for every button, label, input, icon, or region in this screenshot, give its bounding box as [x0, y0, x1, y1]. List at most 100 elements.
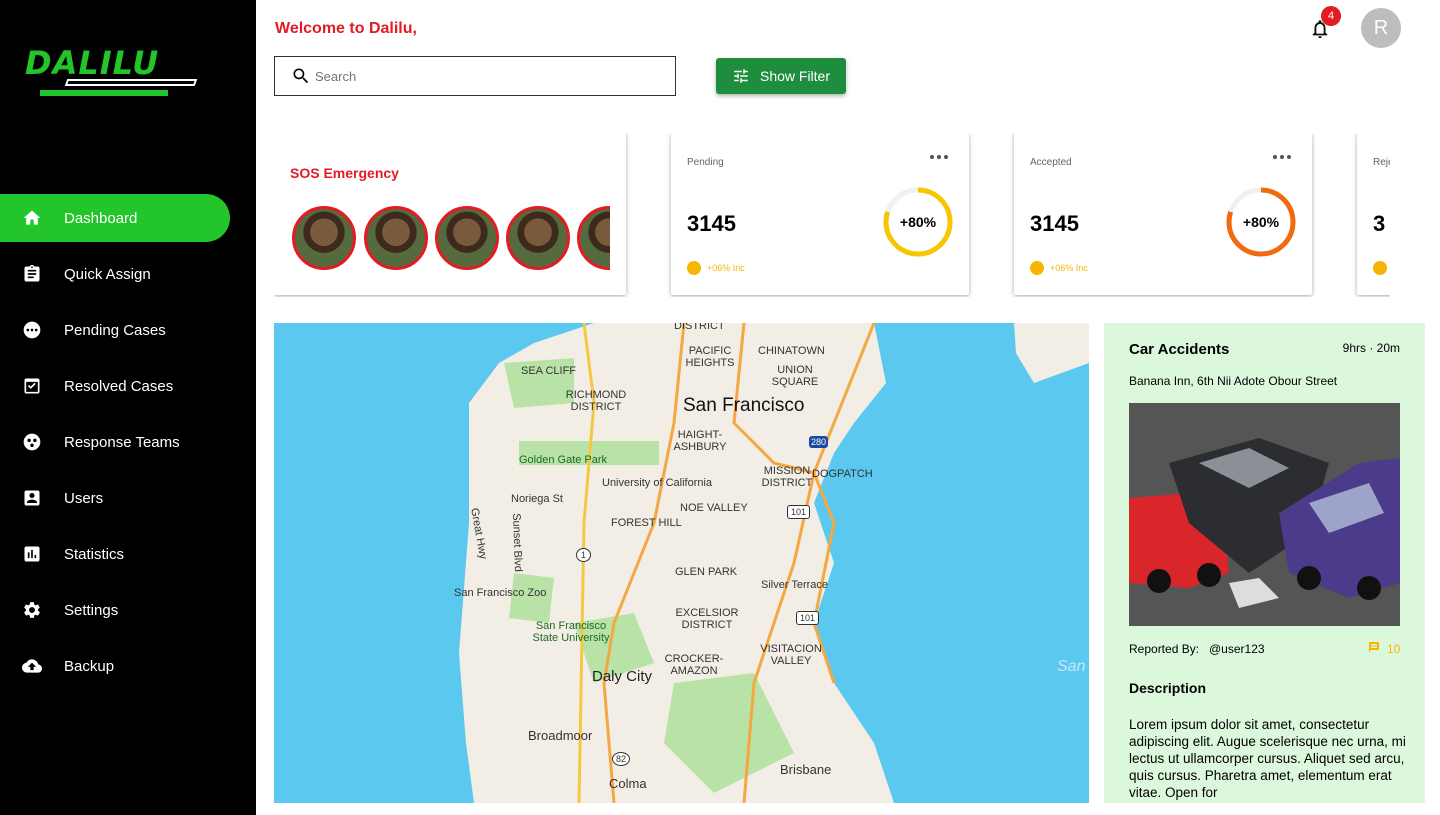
map-label: Broadmoor — [528, 728, 593, 743]
sidebar-item-settings[interactable]: Settings — [0, 586, 256, 634]
map-canvas — [459, 323, 1089, 803]
map-label: San — [1057, 658, 1086, 675]
incident-time: 9hrs · 20m — [1342, 341, 1400, 355]
sos-avatar[interactable] — [435, 206, 499, 270]
description-title: Description — [1129, 680, 1207, 696]
sidebar-item-statistics[interactable]: Statistics — [0, 530, 256, 578]
sos-avatar-list — [292, 205, 610, 271]
sidebar-item-label: Dashboard — [64, 210, 138, 227]
accepted-card[interactable]: Accepted 3145 +80% +06% Inc — [1014, 133, 1312, 295]
sidebar-item-response-teams[interactable]: Response Teams — [0, 418, 256, 466]
avatar[interactable]: R — [1361, 8, 1401, 48]
sidebar-item-label: Statistics — [64, 546, 125, 563]
progress-ring-label: +80% — [1242, 214, 1280, 230]
highway-shield: 101 — [796, 611, 820, 625]
map-label: VISITACION VALLEY — [760, 643, 822, 667]
highway-shield: 82 — [612, 752, 631, 766]
highway-shield: 280 — [809, 436, 829, 448]
sidebar-item-dashboard[interactable]: Dashboard — [0, 194, 230, 242]
more-horizontal-icon[interactable] — [929, 153, 949, 161]
logo-text: DALILU — [25, 44, 160, 82]
map-label: NOE VALLEY — [680, 502, 748, 514]
trend-up-icon — [1030, 261, 1044, 275]
trend-up-icon — [1373, 261, 1387, 275]
team-icon — [23, 433, 41, 451]
sidebar-item-label: Quick Assign — [64, 266, 151, 283]
app-root: DALILU Dashboard Quick Assign Pending Ca… — [0, 0, 1440, 815]
comment-count: 10 — [1387, 642, 1401, 656]
highway-shield: 1 — [576, 548, 592, 562]
map-label: San Francisco State University — [532, 620, 610, 644]
notification-badge: 4 — [1321, 6, 1341, 26]
incident-address: Banana Inn, 6th Nii Adote Obour Street — [1129, 374, 1338, 388]
sidebar-item-label: Response Teams — [64, 434, 180, 451]
cloud-upload-icon — [22, 659, 42, 673]
search-box[interactable] — [274, 56, 676, 96]
summary-cards: SOS Emergency Pending 3145 +80% +06% Inc — [274, 133, 1390, 297]
map-label: Sunset Blvd — [510, 513, 525, 573]
map-label: Golden Gate Park — [519, 454, 608, 466]
incident-map[interactable]: DISTRICT PACIFIC HEIGHTS CHINATOWN UNION… — [274, 323, 1089, 803]
rejected-card[interactable]: Reje 3 — [1357, 133, 1390, 295]
sos-avatar[interactable] — [292, 206, 356, 270]
more-horizontal-icon[interactable] — [1272, 153, 1292, 161]
sidebar-item-label: Settings — [64, 602, 119, 619]
sidebar-item-users[interactable]: Users — [0, 474, 256, 522]
map-label: PACIFIC HEIGHTS — [685, 345, 735, 369]
sidebar-item-resolved-cases[interactable]: Resolved Cases — [0, 362, 256, 410]
show-filter-button[interactable]: Show Filter — [716, 58, 846, 94]
logo-underline — [64, 79, 198, 86]
highway-shield: 101 — [787, 505, 811, 519]
incident-panel[interactable]: Car Accidents 9hrs · 20m Banana Inn, 6th… — [1104, 323, 1425, 803]
sidebar-item-label: Pending Cases — [64, 322, 166, 339]
sidebar-item-pending-cases[interactable]: Pending Cases — [0, 306, 256, 354]
stat-label: Reje — [1373, 157, 1390, 168]
tune-icon — [734, 69, 748, 83]
trend-indicator: +06% Inc — [687, 261, 745, 275]
map-label: HAIGHT-ASHBURY — [673, 429, 727, 453]
page-title: Welcome to Dalilu, — [275, 20, 417, 37]
map-label: San Francisco Zoo — [454, 587, 547, 599]
map-label: GLEN PARK — [675, 566, 738, 578]
map-label: SEA CLIFF — [521, 365, 577, 377]
sos-card[interactable]: SOS Emergency — [274, 133, 626, 295]
trend-text: +06% Inc — [707, 263, 745, 273]
stat-value: 3145 — [687, 211, 736, 236]
search-icon — [293, 68, 309, 84]
stat-value: 3145 — [1030, 211, 1079, 236]
sidebar-item-backup[interactable]: Backup — [0, 642, 256, 690]
search-input[interactable] — [315, 66, 655, 86]
sidebar-item-label: Backup — [64, 658, 115, 675]
sidebar-nav: Dashboard Quick Assign Pending Cases Res… — [0, 194, 256, 698]
map-label: EXCELSIOR DISTRICT — [675, 607, 739, 631]
map-label: UNION SQUARE — [771, 364, 819, 388]
map-label: CROCKER-AMAZON — [664, 653, 724, 677]
map-label: Daly City — [592, 668, 653, 685]
comment-icon[interactable] — [1368, 641, 1380, 653]
map-label: CHINATOWN — [758, 345, 825, 357]
home-icon — [23, 210, 41, 225]
description-text: Lorem ipsum dolor sit amet, consectetur … — [1129, 717, 1406, 800]
incident-photo[interactable] — [1129, 403, 1400, 626]
pending-card[interactable]: Pending 3145 +80% +06% Inc — [671, 133, 969, 295]
sos-avatar[interactable] — [577, 206, 610, 270]
stat-label: Accepted — [1030, 157, 1072, 168]
map-label: DOGPATCH — [812, 468, 873, 480]
sos-avatar[interactable] — [364, 206, 428, 270]
reported-user[interactable]: @user123 — [1209, 642, 1265, 656]
sos-avatar[interactable] — [506, 206, 570, 270]
gear-icon — [24, 602, 40, 618]
map-label: FOREST HILL — [611, 517, 682, 529]
map-label: MISSION DISTRICT — [761, 465, 813, 489]
map-label: Noriega St — [511, 493, 563, 505]
check-box-icon — [24, 378, 40, 394]
trend-up-icon — [687, 261, 701, 275]
trend-indicator: +06% Inc — [1030, 261, 1088, 275]
map-label: RICHMOND DISTRICT — [565, 389, 627, 413]
sidebar-item-quick-assign[interactable]: Quick Assign — [0, 250, 256, 298]
map-label: Silver Terrace — [761, 579, 829, 591]
car-accident-image — [1129, 403, 1400, 626]
progress-ring-label: +80% — [899, 214, 937, 230]
stat-value: 3 — [1373, 211, 1386, 236]
logo[interactable]: DALILU — [24, 44, 204, 104]
